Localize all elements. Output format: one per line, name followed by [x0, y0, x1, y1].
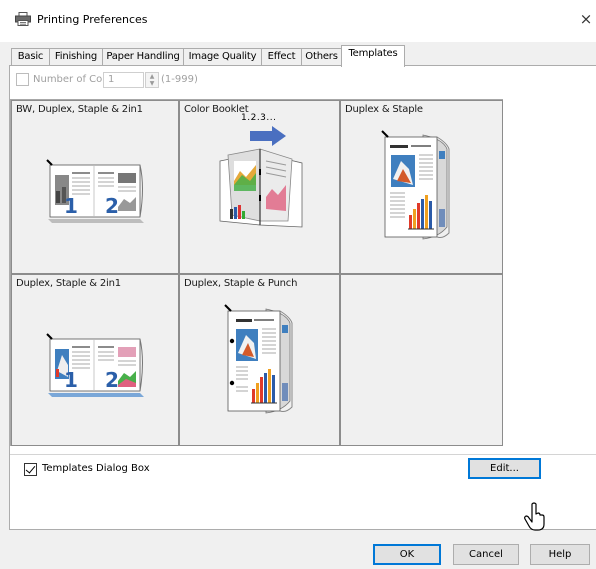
duplex-staple-icon — [381, 130, 450, 240]
edit-button[interactable]: Edit... — [468, 458, 541, 479]
color-booklet-icon — [219, 126, 303, 228]
template-label: Duplex, Staple & 2in1 — [16, 278, 121, 289]
tab-finishing[interactable]: Finishing — [49, 48, 103, 66]
template-bw-duplex-staple-2in1[interactable]: BW, Duplex, Staple & 2in1 1 2 — [11, 100, 179, 274]
copies-input[interactable]: 1 — [103, 72, 144, 88]
templates-dialog-box-checkbox[interactable] — [24, 463, 37, 476]
mouse-pointer-icon — [524, 502, 545, 531]
duplex-staple-punch-icon — [224, 304, 293, 414]
template-color-booklet[interactable]: Color Booklet 1.2.3... — [179, 100, 340, 274]
title-bar: Printing Preferences × — [0, 0, 596, 42]
dialog-body: Basic Finishing Paper Handling Image Qua… — [0, 42, 596, 569]
svg-text:1: 1 — [64, 368, 78, 392]
copies-spinner[interactable]: ▲ ▼ — [145, 72, 159, 88]
tab-others[interactable]: Others — [301, 48, 342, 66]
templates-dialog-box-label: Templates Dialog Box — [42, 463, 150, 474]
cancel-button[interactable]: Cancel — [453, 544, 519, 565]
tab-effect[interactable]: Effect — [261, 48, 302, 66]
svg-text:2: 2 — [105, 368, 119, 392]
duplex-staple-2in1-icon: 1 2 — [46, 333, 144, 397]
copies-range: (1-999) — [161, 74, 198, 85]
tab-basic[interactable]: Basic — [11, 48, 50, 66]
svg-text:2: 2 — [105, 194, 119, 218]
ok-button[interactable]: OK — [373, 544, 441, 565]
template-label: Duplex, Staple & Punch — [184, 278, 298, 289]
close-button[interactable]: × — [578, 10, 594, 28]
templates-panel: Number of Copies: 1 ▲ ▼ (1-999) BW, Duple… — [9, 65, 596, 530]
tab-templates[interactable]: Templates — [341, 45, 405, 67]
copies-checkbox[interactable] — [16, 73, 29, 86]
template-empty-slot — [340, 274, 503, 446]
help-button[interactable]: Help — [530, 544, 590, 565]
svg-text:1: 1 — [64, 194, 78, 218]
separator — [10, 454, 596, 455]
booklet-page-order: 1.2.3... — [241, 113, 277, 123]
template-duplex-staple[interactable]: Duplex & Staple — [340, 100, 503, 274]
bw-duplex-staple-2in1-icon: 1 2 — [46, 159, 144, 223]
template-label: BW, Duplex, Staple & 2in1 — [16, 104, 143, 115]
printer-icon — [15, 12, 31, 26]
template-label: Color Booklet — [184, 104, 249, 115]
template-grid: BW, Duplex, Staple & 2in1 1 2 Color Book… — [10, 99, 503, 446]
tab-image-quality[interactable]: Image Quality — [183, 48, 262, 66]
template-duplex-staple-2in1[interactable]: Duplex, Staple & 2in1 1 2 — [11, 274, 179, 446]
window-title: Printing Preferences — [37, 13, 148, 26]
template-duplex-staple-punch[interactable]: Duplex, Staple & Punch — [179, 274, 340, 446]
template-label: Duplex & Staple — [345, 104, 423, 115]
tab-paper-handling[interactable]: Paper Handling — [102, 48, 184, 66]
